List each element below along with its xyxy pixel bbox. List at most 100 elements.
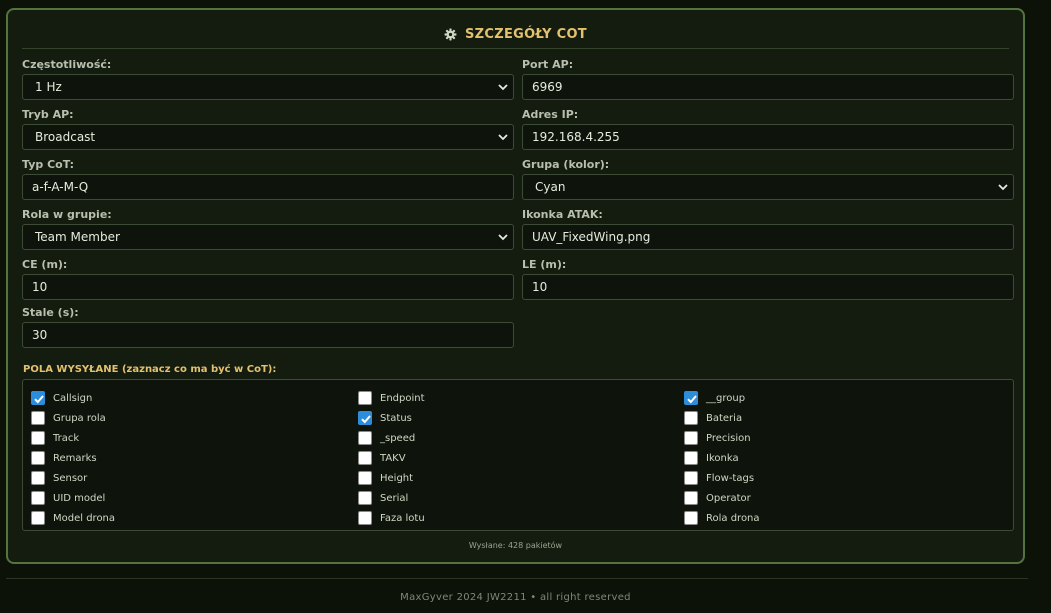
field-checkbox-row[interactable]: Height — [358, 468, 425, 488]
field-checkbox[interactable] — [358, 471, 372, 485]
footer-text: MaxGyver 2024 JW2211 • all right reserve… — [400, 592, 631, 603]
group-role-value: Team Member — [35, 230, 120, 244]
chevron-down-icon — [498, 84, 508, 91]
field-checkbox[interactable] — [31, 451, 45, 465]
footer-divider — [6, 578, 1028, 579]
chevron-down-icon — [498, 234, 508, 241]
field-checkbox-row[interactable]: Serial — [358, 488, 425, 508]
group-color-value: Cyan — [535, 180, 566, 194]
field-checkbox-row[interactable]: Rola drona — [684, 508, 760, 528]
field-checkbox[interactable] — [684, 391, 698, 405]
frequency-value: 1 Hz — [35, 80, 62, 94]
atak-icon-input[interactable]: UAV_FixedWing.png — [522, 224, 1014, 250]
field-checkbox[interactable] — [358, 511, 372, 525]
field-checkbox-row[interactable]: Track — [31, 428, 115, 448]
stale-value: 30 — [32, 328, 48, 342]
le-value: 10 — [532, 280, 548, 294]
ip-address-value: 192.168.4.255 — [532, 130, 620, 144]
field-checkbox[interactable] — [684, 471, 698, 485]
field-checkbox[interactable] — [358, 411, 372, 425]
field-checkbox-label: Bateria — [706, 412, 743, 424]
field-checkbox-row[interactable]: Grupa rola — [31, 408, 115, 428]
field-checkbox-row[interactable]: Operator — [684, 488, 760, 508]
stale-field: Stale (s): 30 — [22, 306, 514, 348]
cot-details-panel: SZCZEGÓŁY COT Częstotliwość: 1 Hz Port A… — [6, 8, 1025, 564]
field-checkbox[interactable] — [31, 391, 45, 405]
field-checkbox[interactable] — [31, 491, 45, 505]
field-checkbox-row[interactable]: Bateria — [684, 408, 760, 428]
cot-type-field: Typ CoT: a-f-A-M-Q — [22, 158, 514, 200]
field-checkbox-label: Callsign — [53, 392, 93, 404]
field-checkbox[interactable] — [31, 411, 45, 425]
ce-input[interactable]: 10 — [22, 274, 514, 300]
cot-type-label: Typ CoT: — [22, 158, 75, 171]
field-checkbox-label: Operator — [706, 492, 751, 504]
ce-field: CE (m): 10 — [22, 258, 514, 300]
le-label: LE (m): — [522, 258, 567, 271]
ip-address-input[interactable]: 192.168.4.255 — [522, 124, 1014, 150]
field-checkbox-row[interactable]: Remarks — [31, 448, 115, 468]
field-checkbox-label: Height — [380, 472, 414, 484]
field-checkbox-row[interactable]: Callsign — [31, 388, 115, 408]
atak-icon-field: Ikonka ATAK: UAV_FixedWing.png — [522, 208, 1014, 250]
panel-header: SZCZEGÓŁY COT — [22, 20, 1009, 49]
field-checkbox-row[interactable]: _speed — [358, 428, 425, 448]
le-field: LE (m): 10 — [522, 258, 1014, 300]
group-role-select[interactable]: Team Member — [22, 224, 514, 250]
field-checkbox-row[interactable]: UID model — [31, 488, 115, 508]
field-checkbox[interactable] — [684, 511, 698, 525]
field-checkbox-label: Sensor — [53, 472, 88, 484]
stale-input[interactable]: 30 — [22, 322, 514, 348]
field-checkbox-row[interactable]: __group — [684, 388, 760, 408]
field-checkbox-row[interactable]: Faza lotu — [358, 508, 425, 528]
field-checkbox-row[interactable]: Status — [358, 408, 425, 428]
stale-label: Stale (s): — [22, 306, 79, 319]
frequency-field: Częstotliwość: 1 Hz — [22, 58, 514, 100]
field-checkbox-label: Track — [53, 432, 80, 444]
field-checkbox-label: Remarks — [53, 452, 97, 464]
ce-value: 10 — [32, 280, 48, 294]
field-checkbox-row[interactable]: Flow-tags — [684, 468, 760, 488]
field-checkbox-label: Faza lotu — [380, 512, 425, 524]
field-checkbox[interactable] — [31, 511, 45, 525]
field-checkbox-label: UID model — [53, 492, 106, 504]
ip-address-field: Adres IP: 192.168.4.255 — [522, 108, 1014, 150]
ip-address-label: Adres IP: — [522, 108, 579, 121]
cot-type-input[interactable]: a-f-A-M-Q — [22, 174, 514, 200]
group-color-label: Grupa (kolor): — [522, 158, 610, 171]
atak-icon-label: Ikonka ATAK: — [522, 208, 603, 221]
group-color-field: Grupa (kolor): Cyan — [522, 158, 1014, 200]
frequency-select[interactable]: 1 Hz — [22, 74, 514, 100]
ap-mode-label: Tryb AP: — [22, 108, 74, 121]
group-color-select[interactable]: Cyan — [522, 174, 1014, 200]
field-checkbox[interactable] — [358, 491, 372, 505]
field-checkbox[interactable] — [684, 491, 698, 505]
field-checkbox[interactable] — [358, 431, 372, 445]
ap-mode-field: Tryb AP: Broadcast — [22, 108, 514, 150]
field-checkbox-label: __group — [706, 392, 746, 404]
field-checkbox-row[interactable]: Sensor — [31, 468, 115, 488]
field-checkbox-row[interactable]: TAKV — [358, 448, 425, 468]
field-checkbox-row[interactable]: Ikonka — [684, 448, 760, 468]
ap-mode-select[interactable]: Broadcast — [22, 124, 514, 150]
le-input[interactable]: 10 — [522, 274, 1014, 300]
field-checkbox-row[interactable]: Model drona — [31, 508, 115, 528]
field-checkbox[interactable] — [684, 431, 698, 445]
field-checkbox[interactable] — [358, 451, 372, 465]
sent-fields-column-1: Callsign Grupa rola Track Remarks Sensor UID … — [31, 388, 115, 528]
field-checkbox[interactable] — [31, 471, 45, 485]
field-checkbox-label: _speed — [380, 432, 416, 444]
checkmark-icon — [687, 395, 697, 404]
sent-fields-box: Callsign Grupa rola Track Remarks Sensor UID … — [22, 379, 1014, 531]
sent-fields-column-2: Endpoint Status _speed TAKV Height Serial Faza… — [358, 388, 425, 528]
field-checkbox[interactable] — [31, 431, 45, 445]
field-checkbox[interactable] — [684, 451, 698, 465]
field-checkbox-row[interactable]: Precision — [684, 428, 760, 448]
ap-port-input[interactable]: 6969 — [522, 74, 1014, 100]
field-checkbox[interactable] — [684, 411, 698, 425]
field-checkbox-row[interactable]: Endpoint — [358, 388, 425, 408]
chevron-down-icon — [498, 134, 508, 141]
field-checkbox[interactable] — [358, 391, 372, 405]
ap-port-label: Port AP: — [522, 58, 574, 71]
atak-icon-value: UAV_FixedWing.png — [532, 230, 651, 244]
